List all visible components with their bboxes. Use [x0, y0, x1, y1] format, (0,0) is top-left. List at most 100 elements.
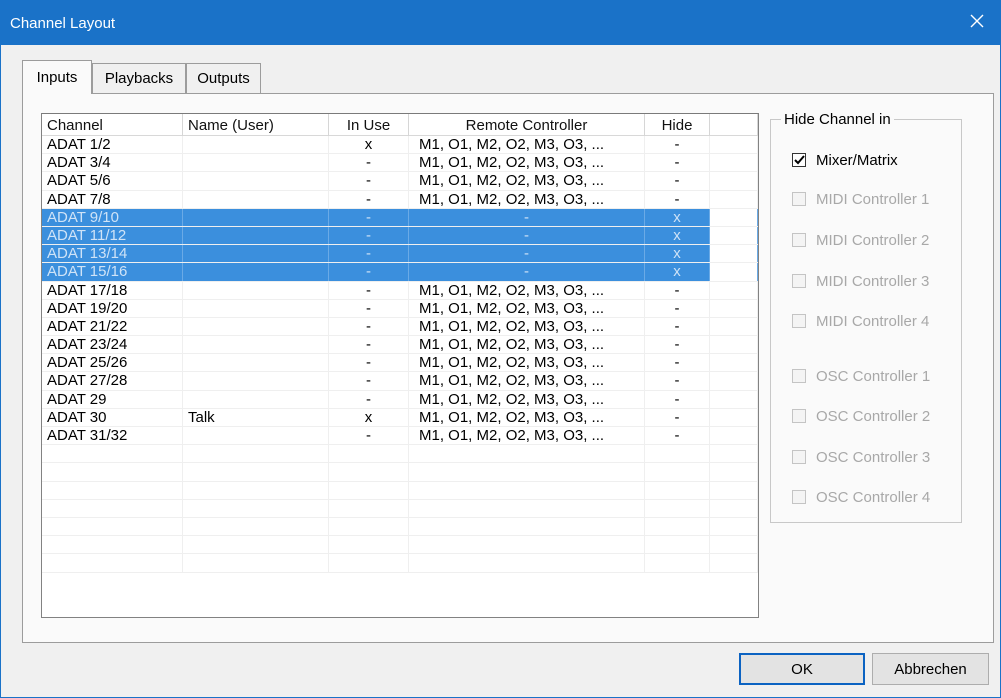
cell-empty — [710, 554, 758, 572]
cell-in-use: - — [329, 427, 409, 445]
checkbox — [792, 369, 806, 383]
cell-empty — [183, 463, 329, 481]
cell-channel: ADAT 13/14 — [42, 245, 183, 263]
table-row[interactable]: ADAT 29 - M1, O1, M2, O2, M3, O3, ... - — [42, 390, 758, 409]
list-header: Channel Name (User) In Use Remote Contro… — [42, 114, 758, 136]
cell-empty — [710, 190, 758, 208]
cell-remote-controller: M1, O1, M2, O2, M3, O3, ... — [409, 354, 645, 372]
table-row[interactable]: ADAT 25/26 - M1, O1, M2, O2, M3, O3, ... - — [42, 354, 758, 373]
checkbox-label: MIDI Controller 2 — [816, 231, 930, 249]
channel-list[interactable]: Channel Name (User) In Use Remote Contro… — [41, 113, 759, 618]
cell-in-use: - — [329, 299, 409, 317]
cell-empty — [409, 481, 645, 499]
table-row[interactable]: ADAT 13/14- - x — [42, 245, 758, 264]
ok-button[interactable]: OK — [739, 653, 865, 685]
table-row[interactable]: ADAT 17/18 - M1, O1, M2, O2, M3, O3, ... - — [42, 281, 758, 300]
table-row[interactable]: ADAT 9/10- - x — [42, 208, 758, 227]
table-row[interactable]: ADAT 27/28 - M1, O1, M2, O2, M3, O3, ... - — [42, 372, 758, 391]
tab-outputs[interactable]: Outputs — [186, 63, 261, 93]
cell-empty — [710, 208, 758, 226]
title-bar[interactable]: Channel Layout — [1, 1, 1000, 45]
cell-empty — [409, 517, 645, 536]
checkbox — [792, 233, 806, 247]
cell-empty — [710, 336, 758, 354]
column-header-name[interactable]: Name (User) — [183, 114, 329, 136]
column-header-remote-controller[interactable]: Remote Controller — [409, 114, 645, 136]
tab-label: Inputs — [36, 69, 78, 86]
tab-inputs[interactable]: Inputs — [22, 60, 92, 94]
column-header-in-use[interactable]: In Use — [329, 114, 409, 136]
column-header-empty — [710, 114, 758, 136]
cell-empty — [183, 554, 329, 572]
cell-remote-controller: M1, O1, M2, O2, M3, O3, ... — [409, 172, 645, 190]
empty-row — [42, 554, 758, 573]
checkbox-label: OSC Controller 4 — [816, 488, 931, 506]
cell-hide: - — [645, 154, 710, 172]
table-row[interactable]: ADAT 31/32 - M1, O1, M2, O2, M3, O3, ... - — [42, 427, 758, 446]
group-title: Hide Channel in — [781, 111, 894, 128]
cell-empty — [710, 517, 758, 536]
cell-empty — [710, 317, 758, 336]
cell-empty — [710, 226, 758, 245]
table-row[interactable]: ADAT 23/24 - M1, O1, M2, O2, M3, O3, ... - — [42, 336, 758, 355]
hide-option-mixer-matrix[interactable]: Mixer/Matrix — [792, 150, 898, 170]
cell-in-use: - — [329, 245, 409, 263]
cancel-button[interactable]: Abbrechen — [872, 653, 989, 685]
cell-empty — [329, 499, 409, 517]
cell-empty — [645, 554, 710, 572]
checkbox — [792, 490, 806, 504]
hide-option-osc-controller-1: OSC Controller 1 — [792, 366, 930, 386]
table-row[interactable]: ADAT 19/20 - M1, O1, M2, O2, M3, O3, ... - — [42, 299, 758, 318]
cell-empty — [42, 463, 183, 481]
checkbox — [792, 192, 806, 206]
checkbox-label: MIDI Controller 4 — [816, 312, 930, 330]
cell-channel: ADAT 1/2 — [42, 136, 183, 154]
hide-option-osc-controller-4: OSC Controller 4 — [792, 487, 930, 507]
cell-hide: x — [645, 263, 710, 281]
table-row[interactable]: ADAT 1/2 x M1, O1, M2, O2, M3, O3, ... - — [42, 136, 758, 155]
table-row[interactable]: ADAT 7/8 - M1, O1, M2, O2, M3, O3, ... - — [42, 190, 758, 209]
close-button[interactable] — [954, 1, 1000, 45]
cell-remote-controller: - — [409, 245, 645, 263]
table-row[interactable]: ADAT 5/6 - M1, O1, M2, O2, M3, O3, ... - — [42, 172, 758, 191]
cell-remote-controller: - — [409, 208, 645, 226]
cell-in-use: - — [329, 154, 409, 172]
cell-hide: - — [645, 427, 710, 445]
cell-empty — [183, 536, 329, 554]
cell-channel: ADAT 19/20 — [42, 299, 183, 317]
cell-remote-controller: M1, O1, M2, O2, M3, O3, ... — [409, 408, 645, 426]
window-title: Channel Layout — [10, 15, 116, 32]
tab-playbacks[interactable]: Playbacks — [92, 63, 186, 93]
table-row[interactable]: ADAT 30 Talk x M1, O1, M2, O2, M3, O3, ... - — [42, 408, 758, 427]
cell-empty — [710, 354, 758, 372]
cell-name — [183, 190, 329, 208]
cell-empty — [329, 536, 409, 554]
column-header-channel[interactable]: Channel — [42, 114, 183, 136]
cell-empty — [710, 390, 758, 408]
checkbox — [792, 450, 806, 464]
cell-name — [183, 299, 329, 317]
cell-hide: - — [645, 336, 710, 354]
checkbox-label: OSC Controller 2 — [816, 407, 931, 425]
table-row[interactable]: ADAT 3/4 - M1, O1, M2, O2, M3, O3, ... - — [42, 154, 758, 173]
cell-remote-controller: M1, O1, M2, O2, M3, O3, ... — [409, 372, 645, 390]
cell-in-use: - — [329, 317, 409, 336]
table-row[interactable]: ADAT 15/16- - x — [42, 263, 758, 282]
cell-channel: ADAT 7/8 — [42, 190, 183, 208]
column-header-hide[interactable]: Hide — [645, 114, 710, 136]
cell-hide: x — [645, 208, 710, 226]
cell-remote-controller: - — [409, 226, 645, 245]
cell-channel: ADAT 15/16 — [42, 263, 183, 281]
tab-label: Outputs — [197, 70, 250, 87]
hide-option-midi-controller-1: MIDI Controller 1 — [792, 189, 929, 209]
cell-channel: ADAT 3/4 — [42, 154, 183, 172]
cell-in-use: - — [329, 190, 409, 208]
cell-empty — [710, 372, 758, 390]
table-row[interactable]: ADAT 21/22 - M1, O1, M2, O2, M3, O3, ... - — [42, 317, 758, 337]
table-row[interactable]: ADAT 11/12- - x — [42, 226, 758, 246]
cell-empty — [645, 536, 710, 554]
cell-empty — [42, 536, 183, 554]
cell-remote-controller: - — [409, 263, 645, 281]
checkbox[interactable] — [792, 153, 806, 167]
cell-channel: ADAT 25/26 — [42, 354, 183, 372]
